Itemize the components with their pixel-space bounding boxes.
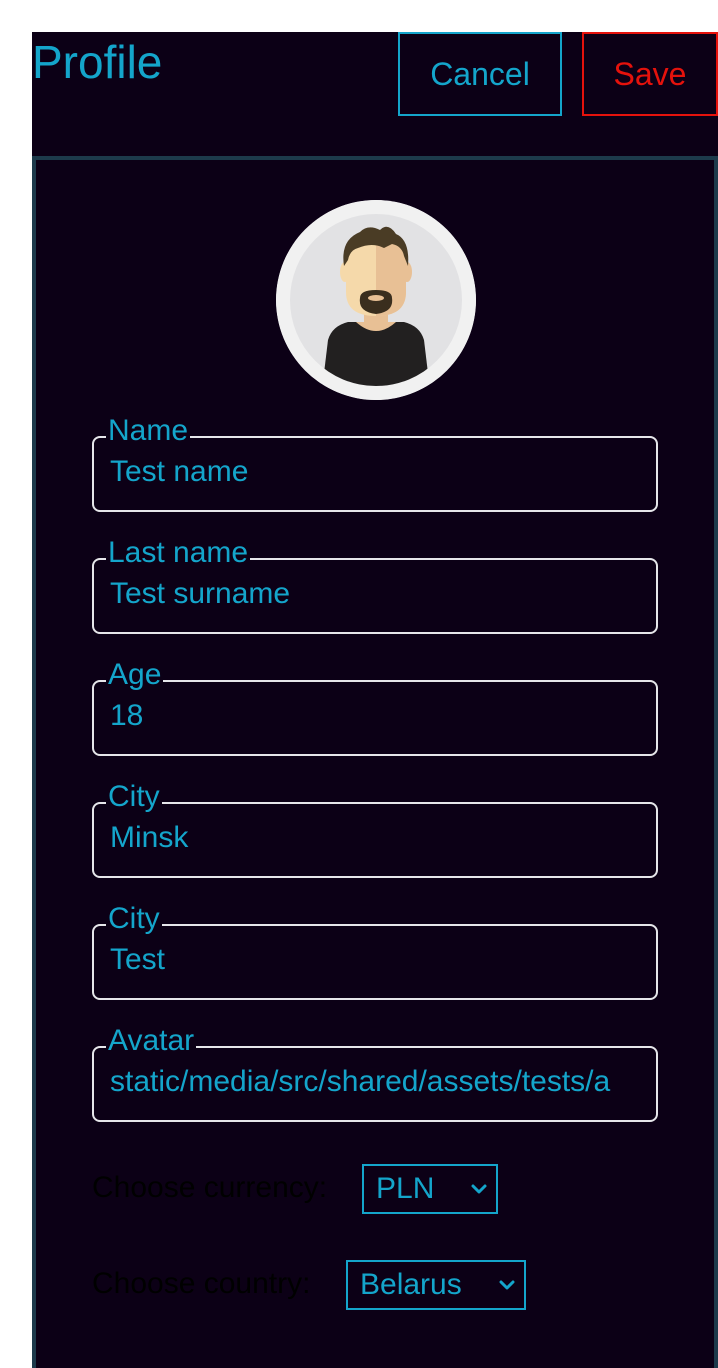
- currency-select-value: PLN: [376, 1172, 435, 1205]
- country-select-row: Choose country: Belarus: [92, 1260, 532, 1314]
- username-input[interactable]: [110, 940, 642, 980]
- city-field[interactable]: City: [92, 780, 658, 878]
- city-field-label: City: [106, 780, 162, 814]
- age-input[interactable]: [110, 696, 642, 736]
- avatar-url-field-label: Avatar: [106, 1024, 197, 1058]
- age-field[interactable]: Age: [92, 658, 658, 756]
- profile-card: Name Last name Age City City Avatar Choo…: [32, 156, 718, 1368]
- country-select-label: Choose country:: [92, 1267, 311, 1300]
- profile-page: Profile Cancel Save Name Test name Last …: [32, 32, 718, 1368]
- username-field-label: City: [106, 902, 162, 936]
- last-name-field-label: Last name: [106, 536, 251, 570]
- page-title: Profile: [32, 36, 163, 88]
- save-button[interactable]: Save: [582, 32, 718, 116]
- country-select[interactable]: Belarus: [346, 1260, 526, 1310]
- username-field[interactable]: City: [92, 902, 658, 1000]
- city-input[interactable]: [110, 818, 642, 858]
- currency-select-label: Choose currency:: [92, 1171, 328, 1204]
- cancel-button[interactable]: Cancel: [398, 32, 562, 116]
- name-field-label: Name: [106, 414, 191, 448]
- page-header: Profile Cancel Save: [32, 32, 718, 156]
- user-avatar-icon: [276, 200, 476, 400]
- last-name-input[interactable]: [110, 574, 642, 614]
- currency-select[interactable]: PLN: [362, 1164, 498, 1214]
- country-select-value: Belarus: [360, 1268, 462, 1301]
- avatar: [276, 200, 476, 400]
- chevron-down-icon: [499, 1280, 515, 1290]
- age-field-label: Age: [106, 658, 164, 692]
- avatar-url-field[interactable]: Avatar: [92, 1024, 658, 1122]
- chevron-down-icon: [471, 1184, 487, 1194]
- currency-select-row: Choose currency: PLN: [92, 1164, 512, 1218]
- name-field[interactable]: Name: [92, 414, 658, 512]
- avatar-url-input[interactable]: [110, 1062, 642, 1102]
- last-name-field[interactable]: Last name: [92, 536, 658, 634]
- name-input[interactable]: [110, 452, 642, 492]
